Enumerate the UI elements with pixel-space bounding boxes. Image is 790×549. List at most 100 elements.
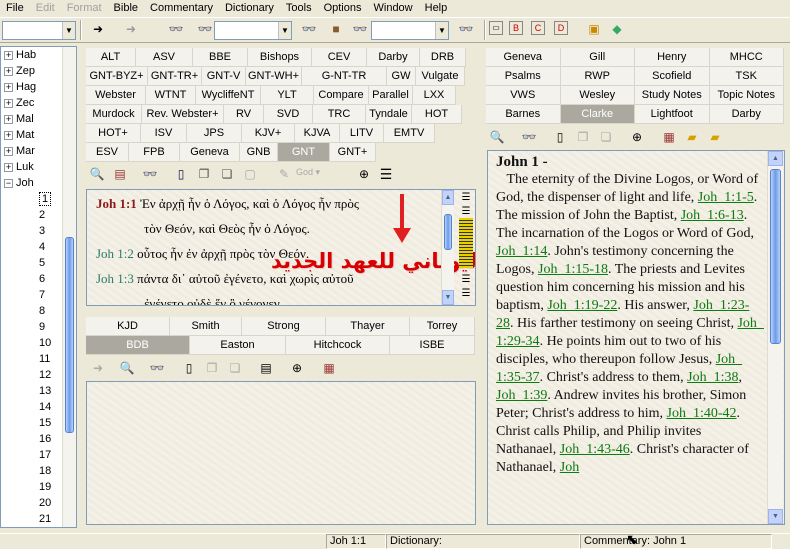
bible-book-combo[interactable]: ▼ <box>2 21 76 40</box>
dictionary-window-icon[interactable]: D <box>554 21 568 35</box>
binoculars-icon[interactable]: 👓 <box>521 129 537 145</box>
scroll-down-button[interactable]: ▼ <box>442 290 454 305</box>
commentary-scrollbar[interactable]: ▲ ▼ <box>767 151 783 524</box>
font-settings-icon[interactable]: ▦ <box>321 360 337 376</box>
document-icon[interactable]: ▯ <box>552 129 568 145</box>
scripture-link[interactable]: Joh 1:19-22 <box>547 298 617 313</box>
scripture-link[interactable]: Joh 1:43-46 <box>560 442 630 457</box>
bible-tab[interactable]: DRB <box>420 48 466 67</box>
bible-tab[interactable]: KJVA <box>295 124 340 143</box>
expand-icon[interactable]: + <box>4 66 13 76</box>
bible-tab[interactable]: GNT+ <box>330 143 376 162</box>
dictionary-tab[interactable]: Smith <box>170 317 242 336</box>
expand-icon[interactable]: + <box>4 146 13 156</box>
dictionary-tab[interactable]: Easton <box>190 336 286 355</box>
color-palette-icon[interactable]: ◆ <box>608 21 626 39</box>
folder-icon[interactable]: ▰ <box>684 129 700 145</box>
bible-tab[interactable]: TRC <box>313 105 366 124</box>
chevron-down-icon[interactable]: ▼ <box>435 22 448 39</box>
dictionary-tab[interactable]: KJD <box>86 317 170 336</box>
expand-icon[interactable]: + <box>4 162 13 172</box>
bible-tab[interactable]: GNT-TR+ <box>148 67 202 86</box>
bible-tab[interactable]: YLT <box>261 86 314 105</box>
binoculars-icon[interactable]: 👓 <box>167 21 185 39</box>
commentary-tab[interactable]: Study Notes <box>635 86 710 105</box>
commentary-tab[interactable]: RWP <box>560 67 635 86</box>
list-icon[interactable]: ☰ <box>458 286 474 302</box>
bible-tab[interactable]: Bishops <box>248 48 312 67</box>
copy-all-icon[interactable]: ❏ <box>219 166 235 182</box>
commentary-tab[interactable]: Scofield <box>635 67 710 86</box>
dictionary-tab[interactable]: Torrey <box>410 317 475 336</box>
bible-window-icon[interactable]: B <box>509 21 523 35</box>
verse-ref[interactable]: Joh 1:1 <box>96 196 137 211</box>
verse-ref[interactable]: Joh 1:2 <box>96 246 134 261</box>
bible-tab[interactable]: HOT+ <box>86 124 141 143</box>
scrollbar-thumb[interactable] <box>444 214 452 250</box>
dictionary-tab[interactable]: Thayer <box>326 317 410 336</box>
tree-scrollbar[interactable] <box>62 47 76 527</box>
scripture-link[interactable]: Joh 1:38 <box>687 370 738 385</box>
bible-tab[interactable]: WycliffeNT <box>196 86 261 105</box>
bible-tab[interactable]: GNT-V <box>202 67 246 86</box>
scripture-link[interactable]: Joh 1:15-18 <box>538 262 608 277</box>
copy-icon[interactable]: ❐ <box>196 166 212 182</box>
commentary-tab[interactable]: Topic Notes <box>709 86 784 105</box>
back-arrow-icon[interactable]: ➜ <box>89 21 107 39</box>
bible-tab[interactable]: LITV <box>340 124 384 143</box>
menu-help[interactable]: Help <box>419 0 454 17</box>
bible-tab[interactable]: ISV <box>141 124 187 143</box>
zoom-icon[interactable]: ⊕ <box>629 129 645 145</box>
scrollbar-thumb[interactable] <box>770 169 781 344</box>
strongs-ruler-icon[interactable] <box>459 218 473 268</box>
search-page-icon[interactable]: 🔍 <box>119 360 135 376</box>
commentary-tab[interactable]: TSK <box>709 67 784 86</box>
bible-tab[interactable]: Compare <box>314 86 369 105</box>
bible-tab[interactable]: KJV+ <box>242 124 295 143</box>
commentary-tab[interactable]: Clarke <box>560 105 635 124</box>
bible-tab[interactable]: GNT-BYZ+ <box>86 67 148 86</box>
menu-window[interactable]: Window <box>368 0 419 17</box>
book-icon[interactable]: ■ <box>327 21 345 39</box>
bible-tab[interactable]: ALT <box>86 48 136 67</box>
bible-tab[interactable]: JPS <box>187 124 242 143</box>
bible-tab[interactable]: GW <box>387 67 416 86</box>
bible-tab[interactable]: Parallel <box>369 86 413 105</box>
bible-tab[interactable]: CEV <box>312 48 367 67</box>
bible-tab[interactable]: GNT-WH+ <box>246 67 302 86</box>
bible-tab[interactable]: G-NT-TR (Steph)+ <box>302 67 387 101</box>
bible-tab[interactable]: WTNT <box>146 86 196 105</box>
menu-options[interactable]: Options <box>318 0 368 17</box>
commentary-tab[interactable]: VWS <box>486 86 561 105</box>
scripture-link[interactable]: Joh 1:6-13 <box>681 208 744 223</box>
split-view-icon[interactable]: ☰ <box>378 166 394 182</box>
zoom-icon[interactable]: ⊕ <box>356 166 372 182</box>
bible-tab[interactable]: Murdock <box>86 105 142 124</box>
bible-tab[interactable]: FPB <box>129 143 180 162</box>
menu-commentary[interactable]: Commentary <box>144 0 219 17</box>
collapse-icon[interactable]: − <box>4 178 13 188</box>
dictionary-tab[interactable]: BDB <box>86 336 190 355</box>
commentary-combo[interactable]: ▼ <box>214 21 292 40</box>
scripture-link[interactable]: Joh <box>560 460 579 475</box>
expand-icon[interactable]: + <box>4 82 13 92</box>
bible-tab[interactable]: RV <box>224 105 264 124</box>
menu-bible[interactable]: Bible <box>108 0 144 17</box>
menu-format[interactable]: Format <box>61 0 108 17</box>
menu-tools[interactable]: Tools <box>280 0 318 17</box>
bible-scrollbar[interactable]: ▲ ▼ <box>441 190 454 305</box>
zoom-icon[interactable]: ⊕ <box>289 360 305 376</box>
scripture-link[interactable]: Joh 1:1-5 <box>698 190 754 205</box>
menu-dictionary[interactable]: Dictionary <box>219 0 280 17</box>
scroll-up-button[interactable]: ▲ <box>442 190 454 205</box>
commentary-text-pane[interactable]: John 1 - The eternity of the Divine Logo… <box>487 150 785 525</box>
scripture-link[interactable]: Joh 1:40-42 <box>667 406 737 421</box>
bible-tab[interactable]: SVD <box>264 105 313 124</box>
commentary-tab[interactable]: Geneva <box>486 48 561 67</box>
commentary-tab[interactable]: Psalms <box>486 67 561 86</box>
expand-icon[interactable]: + <box>4 50 13 60</box>
print-icon[interactable]: ▤ <box>112 166 128 182</box>
commentary-tab[interactable]: Henry <box>635 48 710 67</box>
scroll-up-button[interactable]: ▲ <box>768 151 783 166</box>
commentary-tab[interactable]: Lightfoot <box>635 105 710 124</box>
